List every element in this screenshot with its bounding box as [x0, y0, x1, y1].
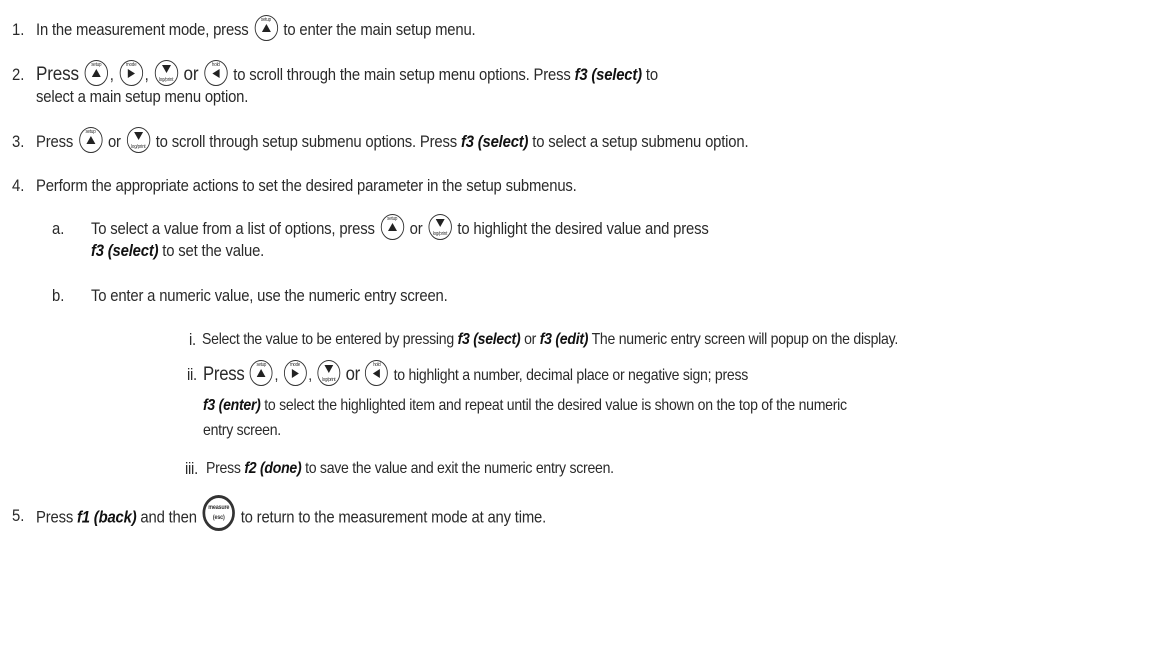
log-print-down-button-icon: log/print: [154, 59, 178, 86]
mode-right-button-icon: mode: [283, 359, 307, 386]
step-number: 3.: [12, 133, 25, 151]
step-number: 2.: [12, 66, 25, 84]
step-4a-continued: f3 (select) to set the value.: [91, 242, 265, 260]
setup-up-button-icon: setup: [380, 213, 404, 240]
f3-edit-key: f3 (edit): [539, 331, 589, 348]
f3-select-key: f3 (select): [574, 66, 643, 84]
step-letter: b.: [52, 287, 65, 305]
setup-up-button-icon: setup: [254, 14, 278, 41]
step-2: Press setup, mode, log/print or hold to …: [36, 59, 658, 86]
hold-left-button-icon: hold: [365, 359, 389, 386]
step-5: Press f1 (back) and then measure (esc) to…: [36, 495, 546, 531]
f3-select-key: f3 (select): [460, 133, 529, 151]
step-4b-iii: Press f2 (done) to save the value and ex…: [206, 460, 614, 477]
step-2-continued: select a main setup menu option.: [36, 88, 249, 106]
step-4b-ii: Press setup, mode, log/print or hold to …: [203, 359, 749, 386]
f1-back-key: f1 (back): [77, 508, 137, 527]
log-print-down-button-icon: log/print: [317, 359, 341, 386]
hold-left-button-icon: hold: [204, 59, 228, 86]
step-1: In the measurement mode, press setup to …: [36, 14, 476, 41]
step-4: Perform the appropriate actions to set t…: [36, 177, 577, 195]
step-number: 4.: [12, 177, 25, 195]
f3-enter-key: f3 (enter): [203, 397, 261, 414]
log-print-down-button-icon: log/print: [428, 213, 452, 240]
step-4b-i: Select the value to be entered by pressi…: [202, 331, 898, 348]
f2-done-key: f2 (done): [244, 460, 302, 477]
step-roman: ii.: [187, 366, 197, 384]
step-number: 1.: [12, 21, 25, 39]
log-print-down-button-icon: log/print: [126, 126, 150, 153]
f3-select-key: f3 (select): [91, 242, 159, 260]
step-number: 5.: [12, 507, 25, 525]
step-4b: To enter a numeric value, use the numeri…: [91, 287, 448, 305]
f3-select-key: f3 (select): [457, 331, 521, 348]
step-3: Press setup or log/print to scroll throu…: [36, 126, 749, 153]
step-roman: iii.: [185, 460, 198, 478]
step-4b-ii-end: entry screen.: [203, 422, 281, 439]
measure-esc-button-icon: measure (esc): [202, 495, 235, 531]
setup-up-button-icon: setup: [84, 59, 108, 86]
step-4a: To select a value from a list of options…: [91, 213, 709, 240]
step-4b-ii-continued: f3 (enter) to select the highlighted ite…: [203, 397, 847, 414]
step-roman: i.: [189, 331, 196, 349]
step-letter: a.: [52, 220, 65, 238]
setup-up-button-icon: setup: [249, 359, 273, 386]
setup-up-button-icon: setup: [78, 126, 103, 153]
manual-page: 1. In the measurement mode, press setup …: [0, 0, 1170, 671]
mode-right-button-icon: mode: [119, 59, 143, 86]
